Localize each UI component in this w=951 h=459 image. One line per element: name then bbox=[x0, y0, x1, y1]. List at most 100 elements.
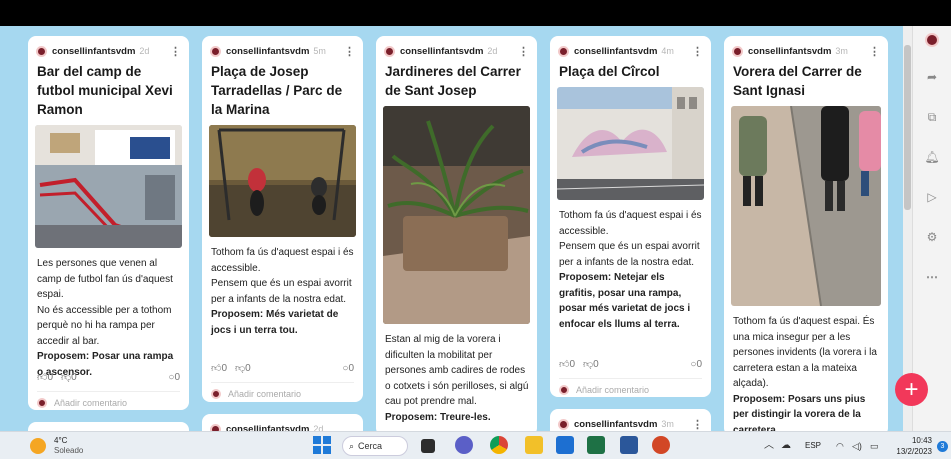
add-comment-field[interactable]: Añadir comentario bbox=[211, 382, 354, 400]
post-card[interactable]: consellinfantsvdm 2d bbox=[202, 414, 363, 431]
battery-icon[interactable]: ▭ bbox=[870, 436, 879, 456]
post-card[interactable] bbox=[28, 422, 189, 431]
notification-badge[interactable]: 3 bbox=[937, 441, 948, 452]
weather-temp: 4°C bbox=[54, 436, 68, 445]
post-card[interactable]: consellinfantsvdm 5m ⋮ Plaça de Josep Ta… bbox=[202, 36, 363, 402]
post-card[interactable]: consellinfantsvdm 2d ⋮ Bar del camp de f… bbox=[28, 36, 189, 410]
post-proposal: Proposem: Posars uns pius per distingir … bbox=[733, 393, 866, 432]
like-button[interactable]: 👍︎0 bbox=[37, 371, 53, 383]
post-author: consellinfantsvdm bbox=[400, 45, 484, 57]
add-comment-field[interactable]: Añadir comentario bbox=[37, 391, 180, 409]
post-text: Estan al mig de la vorera i dificulten l… bbox=[385, 334, 529, 407]
post-image[interactable] bbox=[557, 87, 704, 200]
post-text: Tothom fa ús d'aquest espai i és accessi… bbox=[559, 210, 702, 237]
share-icon[interactable]: ➦ bbox=[921, 66, 943, 88]
comment-count[interactable]: ○0 bbox=[690, 359, 702, 370]
post-title: Bar del camp de futbol municipal Xevi Ra… bbox=[37, 64, 173, 117]
dislike-button[interactable]: 👎︎0 bbox=[61, 371, 77, 383]
chrome-icon[interactable] bbox=[490, 436, 508, 454]
post-text: Pensem que és un espai avorrit per a inf… bbox=[559, 241, 700, 268]
more-options-icon[interactable]: ⋮ bbox=[692, 45, 703, 58]
comment-count[interactable]: ○0 bbox=[342, 363, 354, 374]
store-icon[interactable] bbox=[556, 436, 574, 454]
right-sidebar: ➦ ⧉ 🔔︎ ▷ ⚙ ⋯ bbox=[912, 26, 951, 431]
more-options-icon[interactable]: ⋮ bbox=[170, 45, 181, 58]
more-options-icon[interactable]: ⋮ bbox=[518, 45, 529, 58]
post-card[interactable]: consellinfantsvdm 3m ⋮ bbox=[550, 409, 711, 431]
notifications-icon[interactable]: 🔔︎ bbox=[921, 146, 943, 168]
comment-count[interactable]: ○0 bbox=[168, 372, 180, 383]
add-comment-field[interactable]: Añadir comentario bbox=[559, 378, 702, 396]
taskbar-search[interactable]: ⌕ Cerca bbox=[342, 436, 408, 456]
commenter-avatar bbox=[211, 388, 221, 399]
wifi-icon[interactable]: ◠ bbox=[836, 436, 844, 456]
post-author: consellinfantsvdm bbox=[226, 45, 310, 57]
commenter-avatar bbox=[559, 384, 569, 395]
author-avatar bbox=[36, 45, 47, 57]
post-body: Tothom fa ús d'aquest espai i és accessi… bbox=[202, 237, 363, 338]
post-text: Pensem que és un espai avorrit per a inf… bbox=[211, 278, 352, 305]
author-avatar bbox=[210, 423, 221, 431]
more-options-icon[interactable]: ⋮ bbox=[869, 45, 880, 58]
post-text: No és accessible per a tothom perquè no … bbox=[37, 304, 172, 347]
more-options-icon[interactable]: ⋮ bbox=[344, 45, 355, 58]
more-icon[interactable]: ⋯ bbox=[921, 266, 943, 288]
clock-date: 13/2/2023 bbox=[896, 447, 932, 456]
author-avatar bbox=[558, 418, 569, 430]
post-body: Tothom fa ús d'aquest espai. És una mica… bbox=[724, 306, 888, 431]
post-time: 3m bbox=[835, 46, 848, 56]
author-avatar bbox=[558, 45, 569, 57]
cloud-icon[interactable]: ☁ bbox=[781, 436, 791, 456]
post-image[interactable] bbox=[209, 125, 356, 237]
dislike-button[interactable]: 👎︎0 bbox=[235, 362, 251, 374]
language-indicator[interactable]: ESP bbox=[805, 436, 821, 456]
system-tray-chevron-icon[interactable]: ︿ bbox=[764, 436, 774, 456]
clock[interactable]: 10:43 13/2/2023 bbox=[888, 435, 932, 456]
sun-icon bbox=[30, 438, 46, 454]
clock-time: 10:43 bbox=[911, 436, 932, 445]
add-post-button[interactable]: + bbox=[895, 373, 928, 406]
post-author: consellinfantsvdm bbox=[52, 45, 136, 57]
like-button[interactable]: 👍︎0 bbox=[559, 358, 575, 370]
commenter-avatar bbox=[37, 397, 47, 408]
scrollbar-thumb[interactable] bbox=[904, 45, 911, 210]
post-author: consellinfantsvdm bbox=[748, 45, 832, 57]
post-body: Tothom fa ús d'aquest espai i és accessi… bbox=[550, 200, 711, 332]
author-avatar bbox=[210, 45, 221, 57]
dislike-button[interactable]: 👎︎0 bbox=[583, 358, 599, 370]
remix-icon[interactable]: ⧉ bbox=[921, 106, 943, 128]
post-proposal: Proposem: Més varietat de jocs i un terr… bbox=[211, 309, 339, 336]
windows-logo-icon bbox=[313, 436, 331, 454]
more-options-icon[interactable]: ⋮ bbox=[692, 418, 703, 431]
slideshow-icon[interactable]: ▷ bbox=[921, 186, 943, 208]
weather-widget[interactable]: 4°C Soleado bbox=[30, 436, 83, 456]
post-card[interactable]: consellinfantsvdm 2d ⋮ Jardineres del Ca… bbox=[376, 36, 537, 431]
post-title: Jardineres del Carrer de Sant Josep bbox=[385, 64, 521, 98]
author-avatar bbox=[384, 45, 395, 57]
excel-icon[interactable] bbox=[587, 436, 605, 454]
post-card[interactable]: consellinfantsvdm 3m ⋮ Vorera del Carrer… bbox=[724, 36, 888, 431]
search-icon: ⌕ bbox=[349, 440, 355, 451]
profile-avatar-icon[interactable] bbox=[921, 28, 943, 50]
start-button[interactable] bbox=[313, 436, 331, 456]
post-proposal: Proposem: Netejar els grafitis, posar un… bbox=[559, 272, 691, 330]
file-explorer-icon[interactable] bbox=[525, 436, 543, 454]
word-icon[interactable] bbox=[620, 436, 638, 454]
post-title: Plaça de Josep Tarradellas / Parc de la … bbox=[211, 64, 343, 117]
volume-icon[interactable]: ◁) bbox=[852, 436, 862, 456]
settings-icon[interactable]: ⚙ bbox=[921, 226, 943, 248]
teams-chat-icon[interactable] bbox=[455, 436, 473, 454]
task-view-icon[interactable] bbox=[421, 439, 435, 453]
author-avatar bbox=[732, 45, 743, 57]
post-time: 2d bbox=[313, 424, 324, 431]
post-title: Vorera del Carrer de Sant Ignasi bbox=[733, 64, 862, 98]
post-proposal: Proposem: Treure-les. bbox=[385, 411, 491, 423]
browser-top-bar bbox=[0, 0, 951, 26]
post-card[interactable]: consellinfantsvdm 4m ⋮ Plaça del Cîrcol … bbox=[550, 36, 711, 397]
post-image[interactable] bbox=[383, 106, 530, 324]
post-image[interactable] bbox=[35, 125, 182, 248]
powerpoint-icon[interactable] bbox=[652, 436, 670, 454]
like-button[interactable]: 👍︎0 bbox=[211, 362, 227, 374]
post-author: consellinfantsvdm bbox=[574, 418, 658, 430]
post-image[interactable] bbox=[731, 106, 881, 306]
